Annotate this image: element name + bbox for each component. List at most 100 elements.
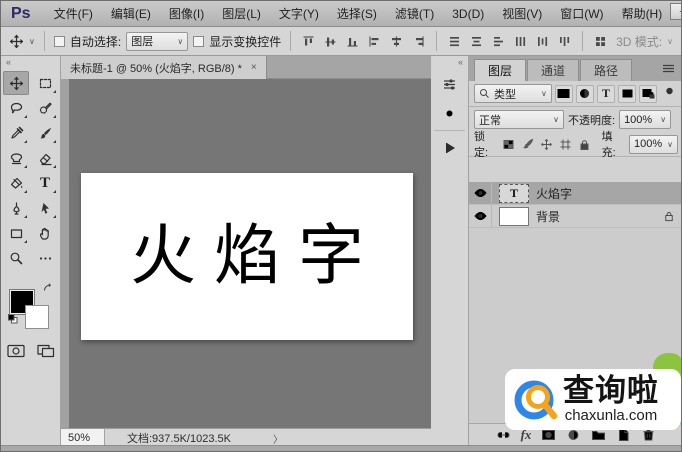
filter-type-layers-button[interactable]: T [597,85,615,103]
menu-item-view[interactable]: 视图(V) [493,1,551,27]
tool-lasso[interactable] [3,96,29,120]
lock-all-button[interactable] [577,136,592,152]
link-layers-button[interactable] [496,428,511,442]
tool-eraser[interactable] [32,146,58,170]
photoshop-logo: Ps [11,5,31,23]
tab-close-icon[interactable]: × [251,62,257,73]
tool-zoom[interactable] [3,246,29,270]
expand-panels-icon[interactable]: « [431,56,468,68]
align-left-edges-button[interactable] [366,33,383,50]
tool-path-selection[interactable] [32,196,58,220]
filter-smart-objects-button[interactable] [639,85,657,103]
tool-eyedropper[interactable] [3,121,29,145]
screen-mode-button[interactable] [37,344,55,358]
tool-hand[interactable] [32,221,58,245]
align-bottom-edges-button[interactable] [344,33,361,50]
document-size-info: 文档:937.5K/1023.5K [127,430,231,446]
lock-transparent-pixels-button[interactable] [501,136,516,152]
tool-type[interactable]: T [32,171,58,195]
menu-item-filter[interactable]: 滤镜(T) [386,1,443,27]
tool-move[interactable] [3,71,29,95]
quick-mask-button[interactable] [7,344,25,358]
visibility-toggle[interactable] [469,205,492,227]
adjustment-circle-icon [577,86,592,101]
layer-name[interactable]: 火焰字 [536,185,572,202]
minimize-button[interactable]: — [670,3,682,20]
tool-paint-bucket[interactable] [3,171,29,195]
lock-image-pixels-button[interactable] [520,136,535,152]
filter-shape-layers-button[interactable] [618,85,636,103]
distribute-right-edges-button[interactable] [556,33,573,50]
tool-brush[interactable] [32,121,58,145]
tool-rectangular-marquee[interactable] [32,71,58,95]
tool-edit-toolbar[interactable] [32,246,58,270]
3d-mode-label: 3D 模式: [616,33,662,50]
document-canvas[interactable]: 火焰字 [81,173,413,340]
menu-item-help[interactable]: 帮助(H) [613,1,672,27]
distribute-bottom-edges-button[interactable] [490,33,507,50]
tool-quick-selection[interactable] [32,96,58,120]
menu-item-layer[interactable]: 图层(L) [213,1,270,27]
align-top-edges-button[interactable] [300,33,317,50]
menu-item-select[interactable]: 选择(S) [328,1,386,27]
status-options-chevron[interactable]: 〉 [273,431,283,446]
align-horizontal-centers-button[interactable] [388,33,405,50]
filter-adjustment-layers-button[interactable] [576,85,594,103]
align-right-edges-button[interactable] [410,33,427,50]
background-lock-icon [663,210,675,222]
lock-artboard-button[interactable] [558,136,573,152]
color-panel-button[interactable] [435,71,465,97]
auto-align-layers-button[interactable] [592,33,609,50]
panel-menu-icon[interactable] [662,64,675,73]
lock-icon [578,138,591,151]
auto-select-checkbox[interactable] [54,36,65,47]
divider [436,31,437,51]
filter-pixel-layers-button[interactable] [555,85,573,103]
fill-select[interactable]: 100%∨ [629,135,678,154]
align-vertical-centers-button[interactable] [322,33,339,50]
selection-arrow-icon [38,201,53,216]
options-overflow-chevron[interactable]: ∨ [667,37,673,46]
filter-toggle-pin[interactable] [660,85,678,103]
background-layer-thumbnail[interactable] [499,207,529,226]
tab-layers[interactable]: 图层 [474,59,526,81]
tab-paths[interactable]: 路径 [580,59,632,81]
distribute-vertical-centers-button[interactable] [468,33,485,50]
lock-position-button[interactable] [539,136,554,152]
show-transform-checkbox[interactable] [193,36,204,47]
distribute-left-edges-button[interactable] [512,33,529,50]
distribute-horizontal-centers-button[interactable] [534,33,551,50]
layer-row-text[interactable]: T 火焰字 [469,182,682,205]
quick-selection-icon [38,101,53,116]
menu-item-edit[interactable]: 编辑(E) [102,1,160,27]
opacity-select[interactable]: 100%∨ [619,110,671,129]
menu-item-image[interactable]: 图像(I) [160,1,213,27]
visibility-toggle[interactable] [469,182,492,204]
tab-channels[interactable]: 通道 [527,59,579,81]
text-layer-thumbnail[interactable]: T [499,184,529,203]
menu-item-file[interactable]: 文件(F) [45,1,102,27]
adjustments-panel-button[interactable] [435,100,465,126]
tools-collapse-icon[interactable]: « [1,56,60,68]
timeline-panel-button[interactable] [435,135,465,161]
blend-mode-select[interactable]: 正常∨ [474,110,564,129]
default-colors-icon[interactable] [8,314,18,324]
tool-preset-caret[interactable]: ∨ [29,32,35,51]
canvas-area[interactable]: 火焰字 [61,79,431,428]
menu-item-type[interactable]: 文字(Y) [270,1,328,27]
tools-panel: « T [1,56,61,445]
layer-name[interactable]: 背景 [536,208,560,225]
menu-item-window[interactable]: 窗口(W) [551,1,612,27]
tool-pen[interactable] [3,196,29,220]
filter-kind-select[interactable]: 类型∨ [474,84,552,103]
background-color-swatch[interactable] [25,305,49,329]
document-tab[interactable]: 未标题-1 @ 50% (火焰字, RGB/8) * × [61,56,267,79]
swap-colors-icon[interactable] [43,283,53,292]
document-tab-bar: 未标题-1 @ 50% (火焰字, RGB/8) * × [61,56,431,79]
auto-select-target-select[interactable]: 图层∨ [126,32,188,51]
menu-item-3d[interactable]: 3D(D) [443,1,493,27]
layer-row-background[interactable]: 背景 [469,205,682,228]
tool-rectangle[interactable] [3,221,29,245]
distribute-top-edges-button[interactable] [446,33,463,50]
tool-clone-stamp[interactable] [3,146,29,170]
